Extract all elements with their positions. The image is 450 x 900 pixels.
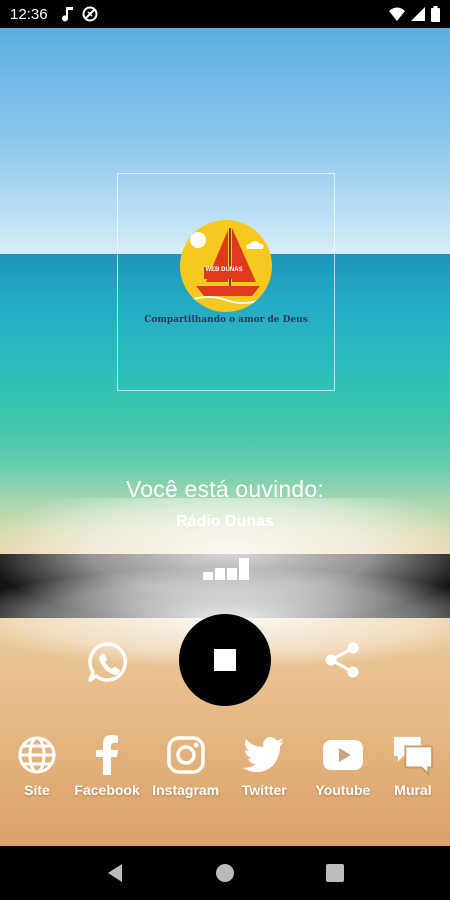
music-note-icon	[61, 6, 74, 22]
share-icon	[325, 642, 359, 678]
facebook-icon	[86, 734, 128, 776]
station-logo: WEB DUNAS	[180, 220, 272, 312]
social-link-mural[interactable]: Mural	[384, 734, 442, 804]
home-icon[interactable]	[210, 858, 240, 888]
level-bar	[239, 558, 249, 580]
social-label: Instagram	[152, 782, 220, 798]
level-bar	[227, 568, 237, 580]
social-link-instagram[interactable]: Instagram	[148, 734, 223, 804]
station-logo-frame: WEB DUNAS Compartilhando o amor de Deus	[117, 173, 335, 391]
social-link-site[interactable]: Site	[8, 734, 66, 804]
social-links-bar: Site Facebook Instagram Twitter Youtube …	[0, 734, 450, 804]
beach-background: WEB DUNAS Compartilhando o amor de Deus …	[0, 28, 450, 846]
logo-caption: Compartilhando o amor de Deus	[144, 315, 308, 325]
listening-label: Você está ouvindo:	[126, 476, 324, 502]
system-nav-bar	[0, 846, 450, 900]
audio-level-bars-icon	[203, 556, 249, 580]
cellular-signal-icon	[411, 7, 425, 21]
social-label: Site	[24, 782, 50, 798]
sailboat-icon	[189, 228, 264, 304]
level-bar	[215, 568, 225, 580]
social-label: Twitter	[241, 782, 287, 798]
status-left-icons	[61, 6, 98, 22]
stop-icon	[214, 649, 236, 671]
station-name: Rádio Dunas	[176, 513, 274, 530]
battery-icon	[431, 6, 440, 22]
chat-bubbles-icon	[392, 734, 434, 776]
status-bar: 12:36	[0, 0, 450, 28]
social-link-facebook[interactable]: Facebook	[70, 734, 145, 804]
level-bar	[203, 572, 213, 580]
globe-icon	[16, 734, 58, 776]
wifi-icon	[389, 7, 405, 21]
status-right-icons	[389, 6, 440, 22]
blocked-icon	[82, 6, 98, 22]
social-link-youtube[interactable]: Youtube	[305, 734, 380, 804]
status-time: 12:36	[10, 5, 48, 23]
instagram-icon	[165, 734, 207, 776]
social-link-twitter[interactable]: Twitter	[227, 734, 302, 804]
social-label: Facebook	[74, 782, 140, 798]
logo-brand-text: WEB DUNAS	[204, 267, 244, 279]
recents-icon[interactable]	[320, 858, 350, 888]
whatsapp-icon	[88, 642, 128, 682]
social-label: Mural	[394, 782, 432, 798]
stop-button[interactable]	[179, 614, 271, 706]
scene-overlay	[0, 28, 450, 846]
back-icon[interactable]	[100, 858, 130, 888]
share-button[interactable]	[323, 640, 363, 680]
youtube-icon	[322, 734, 364, 776]
whatsapp-button[interactable]	[86, 640, 130, 684]
social-label: Youtube	[315, 782, 371, 798]
twitter-icon	[243, 734, 285, 776]
